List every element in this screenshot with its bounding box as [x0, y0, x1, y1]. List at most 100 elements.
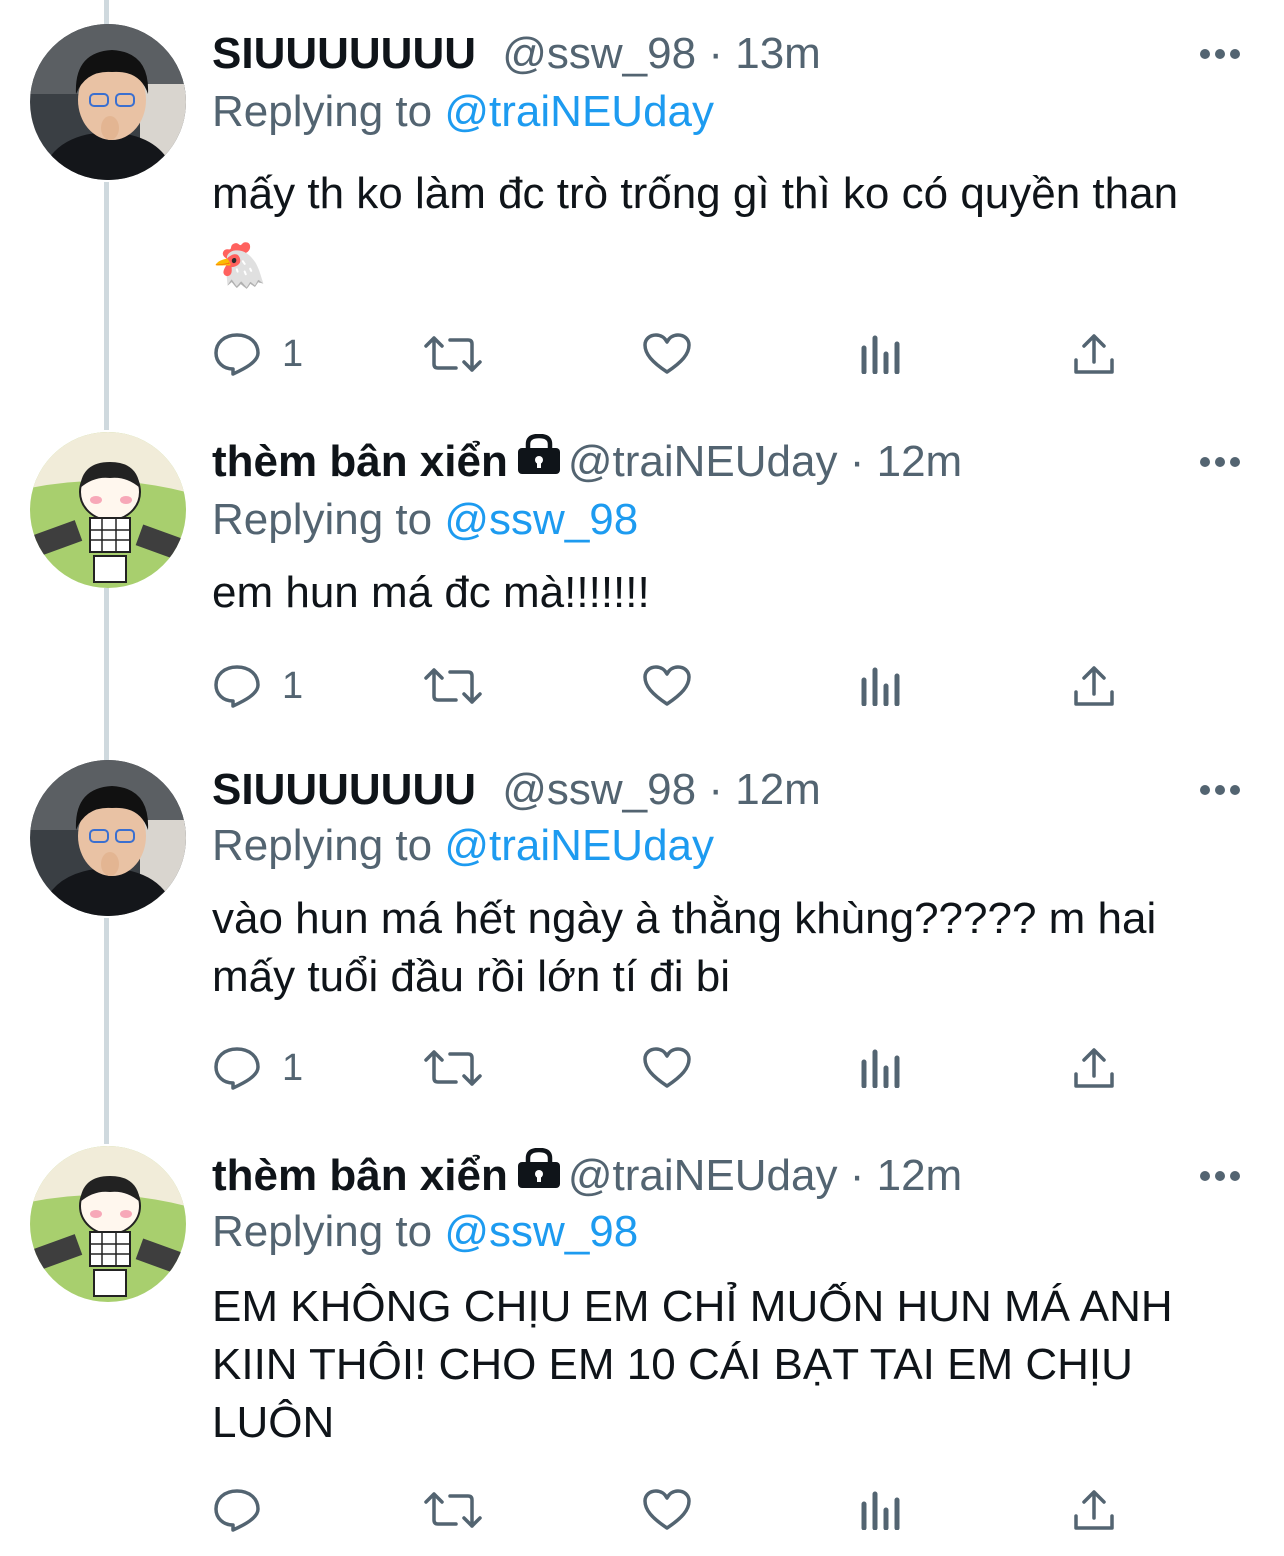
- share-icon: [1074, 1048, 1114, 1088]
- reply-icon: [214, 333, 260, 376]
- action-bar: [212, 1480, 1132, 1540]
- thread-connector: [104, 918, 109, 1144]
- thread-connector: [104, 0, 109, 24]
- like-button[interactable]: [642, 1038, 692, 1098]
- share-button[interactable]: [1072, 1038, 1116, 1098]
- more-options-button[interactable]: [1200, 1146, 1240, 1206]
- tweet-header: SIUUUUUUU @ssw_98 · 12m: [212, 760, 821, 820]
- reply-button[interactable]: [212, 1480, 282, 1540]
- retweet-button[interactable]: [424, 1480, 482, 1540]
- user-handle[interactable]: @traiNEUday: [568, 437, 838, 486]
- tweet-header: SIUUUUUUU @ssw_98 · 13m: [212, 24, 821, 84]
- share-icon: [1074, 334, 1114, 374]
- display-name[interactable]: SIUUUUUUU: [212, 29, 476, 78]
- reply-icon: [214, 1047, 260, 1090]
- timestamp[interactable]: 12m: [877, 1151, 963, 1200]
- tweet-header: thèm bân xiển @traiNEUday · 12m: [212, 1146, 962, 1206]
- tweet-text: mấy th ko làm đc trò trống gì thì ko có …: [212, 169, 1179, 290]
- more-icon: [1200, 785, 1240, 795]
- share-icon: [1074, 666, 1114, 706]
- tweet-text: em hun má đc mà!!!!!!!: [212, 568, 650, 617]
- avatar[interactable]: [30, 760, 186, 916]
- tweet-text: vào hun má hết ngày à thằng khùng????? m…: [212, 894, 1157, 1001]
- reply-count: 1: [282, 332, 304, 375]
- more-options-button[interactable]: [1200, 760, 1240, 820]
- analytics-button[interactable]: [860, 1038, 902, 1098]
- heart-icon: [643, 333, 691, 374]
- mention-link[interactable]: @ssw_98: [444, 1207, 638, 1256]
- reply-icon: [214, 1489, 260, 1532]
- separator-dot: ·: [849, 437, 865, 486]
- share-button[interactable]: [1072, 656, 1116, 716]
- user-handle[interactable]: @ssw_98: [502, 29, 696, 78]
- separator-dot: ·: [708, 765, 723, 814]
- analytics-button[interactable]: [860, 1480, 902, 1540]
- replying-to: Replying to @traiNEUday: [212, 82, 714, 142]
- more-icon: [1200, 1171, 1240, 1181]
- display-name[interactable]: thèm bân xiển: [212, 1151, 508, 1200]
- lock-icon: [516, 1144, 562, 1204]
- more-icon: [1200, 49, 1240, 59]
- avatar[interactable]: [30, 432, 186, 588]
- replying-to-label: Replying to: [212, 495, 433, 544]
- timestamp[interactable]: 12m: [877, 437, 963, 486]
- analytics-icon: [861, 1049, 900, 1088]
- action-bar: 1: [212, 656, 1132, 716]
- retweet-button[interactable]: [424, 1038, 482, 1098]
- share-button[interactable]: [1072, 1480, 1116, 1540]
- more-icon: [1200, 457, 1240, 467]
- avatar[interactable]: [30, 24, 186, 180]
- action-bar: 1: [212, 324, 1132, 384]
- like-button[interactable]: [642, 656, 692, 716]
- heart-icon: [643, 1047, 691, 1088]
- reply-icon: [214, 665, 260, 708]
- thread-connector: [104, 588, 109, 760]
- reply-count: 1: [282, 664, 304, 707]
- timestamp[interactable]: 12m: [735, 765, 821, 814]
- share-button[interactable]: [1072, 324, 1116, 384]
- replying-to-label: Replying to: [212, 1207, 433, 1256]
- man-avatar-icon: [30, 24, 186, 180]
- retweet-button[interactable]: [424, 324, 482, 384]
- user-handle[interactable]: @ssw_98: [502, 765, 696, 814]
- display-name[interactable]: SIUUUUUUU: [212, 765, 476, 814]
- heart-icon: [643, 1489, 691, 1530]
- lock-icon: [516, 430, 562, 490]
- more-options-button[interactable]: [1200, 432, 1240, 492]
- avatar[interactable]: [30, 1146, 186, 1302]
- reply-count: 1: [282, 1046, 304, 1089]
- separator-dot: ·: [708, 29, 723, 78]
- analytics-button[interactable]: [860, 656, 902, 716]
- cartoon-avatar-icon: [30, 1146, 186, 1302]
- analytics-icon: [861, 1491, 900, 1530]
- more-options-button[interactable]: [1200, 24, 1240, 84]
- replying-to: Replying to @ssw_98: [212, 1202, 638, 1262]
- tweet-header: thèm bân xiển @traiNEUday · 12m: [212, 432, 962, 492]
- retweet-icon: [424, 336, 482, 372]
- retweet-icon: [424, 1492, 482, 1528]
- separator-dot: ·: [849, 1151, 865, 1200]
- replying-to: Replying to @traiNEUday: [212, 816, 714, 876]
- retweet-icon: [424, 668, 482, 704]
- mention-link[interactable]: @traiNEUday: [444, 87, 714, 136]
- mention-link[interactable]: @ssw_98: [444, 495, 638, 544]
- replying-to-label: Replying to: [212, 821, 433, 870]
- timestamp[interactable]: 13m: [735, 29, 821, 78]
- cartoon-avatar-icon: [30, 432, 186, 588]
- share-icon: [1074, 1490, 1114, 1530]
- like-button[interactable]: [642, 1480, 692, 1540]
- reply-button[interactable]: 1: [212, 656, 303, 716]
- action-bar: 1: [212, 1038, 1132, 1098]
- display-name[interactable]: thèm bân xiển: [212, 437, 508, 486]
- like-button[interactable]: [642, 324, 692, 384]
- user-handle[interactable]: @traiNEUday: [568, 1151, 838, 1200]
- mention-link[interactable]: @traiNEUday: [444, 821, 714, 870]
- replying-to-label: Replying to: [212, 87, 433, 136]
- analytics-button[interactable]: [860, 324, 902, 384]
- tweet-text: EM KHÔNG CHỊU EM CHỈ MUỐN HUN MÁ ANH KII…: [212, 1282, 1173, 1447]
- retweet-button[interactable]: [424, 656, 482, 716]
- replying-to: Replying to @ssw_98: [212, 490, 638, 550]
- reply-button[interactable]: 1: [212, 324, 303, 384]
- heart-icon: [643, 665, 691, 706]
- reply-button[interactable]: 1: [212, 1038, 303, 1098]
